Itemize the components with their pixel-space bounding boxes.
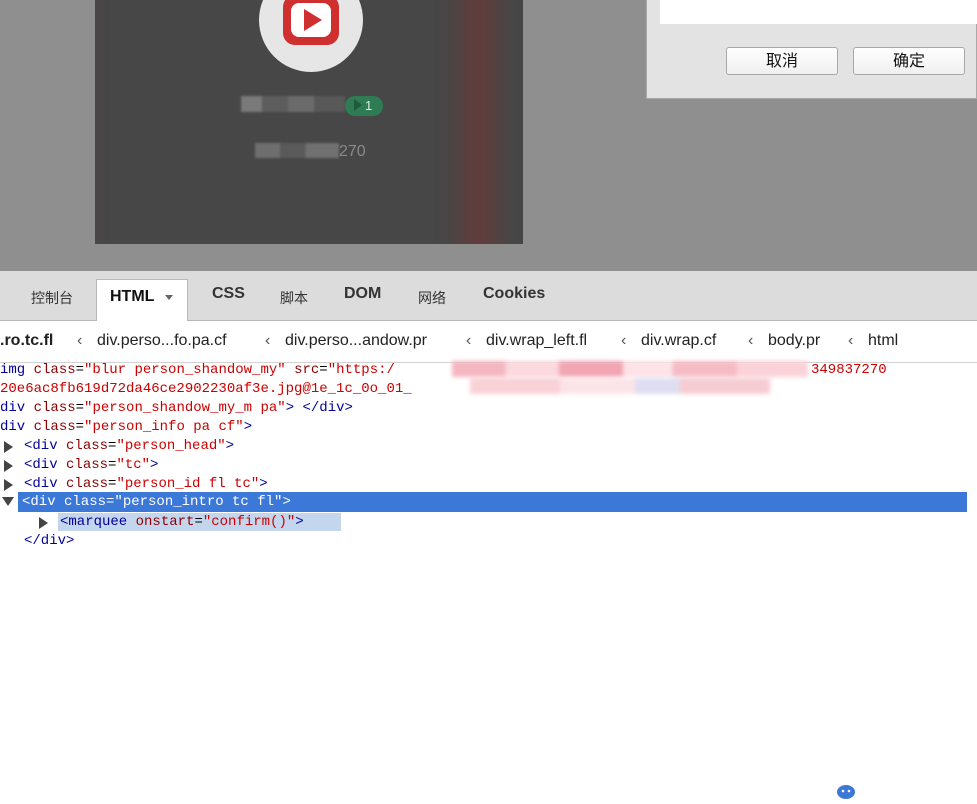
chevron-left-icon: ‹ (621, 332, 627, 349)
tree-node-close: </div> (24, 533, 75, 549)
firebug-panel: 控制台 HTML CSS 脚本 DOM 网络 Cookies .ro.tc.fl… (0, 271, 977, 803)
tree-node-tc[interactable]: <div class="tc"> (24, 456, 158, 475)
tree-node-img-src-tail: 349837270 (811, 362, 887, 378)
level-value: 1 (365, 98, 373, 113)
tab-css[interactable]: CSS (212, 285, 245, 303)
selected-node-text: <div class="person_intro tc fl"> (22, 494, 291, 510)
crumb-item[interactable]: div.wrap_left.fl (486, 332, 587, 350)
crumb-current[interactable]: .ro.tc.fl (0, 332, 53, 350)
chevron-down-icon[interactable] (165, 295, 173, 300)
user-id-suffix: 270 (339, 143, 366, 160)
tab-net[interactable]: 网络 (418, 288, 446, 308)
devtools-tabbar: 控制台 HTML CSS 脚本 DOM 网络 Cookies (0, 271, 977, 322)
crumb-item[interactable]: div.perso...andow.pr (285, 332, 427, 350)
pixelated-username (241, 96, 345, 112)
tab-html[interactable]: HTML (96, 279, 188, 322)
tree-node-img-src: 20e6ac8fb619d72da46ce2902230af3e.jpg@1e_… (0, 381, 412, 397)
expand-arrow-icon[interactable] (4, 441, 13, 453)
chevron-left-icon: ‹ (748, 332, 754, 349)
tree-node-marquee[interactable]: <marquee onstart="confirm()"> (60, 513, 304, 532)
ok-button[interactable]: 确定 (853, 47, 965, 75)
web-page-area: 1 270 取消 确定 (0, 0, 977, 271)
expand-arrow-icon[interactable] (4, 479, 13, 491)
tab-script[interactable]: 脚本 (280, 288, 308, 308)
watermark-text: huasec (865, 774, 955, 803)
tab-html-label: HTML (110, 288, 155, 305)
tree-node-img[interactable]: img class="blur person_shandow_my" src="… (0, 361, 395, 380)
profile-card: 1 270 (95, 0, 523, 244)
crumb-item[interactable]: div.perso...fo.pa.cf (97, 332, 227, 350)
flag-icon (354, 99, 362, 111)
breadcrumb: .ro.tc.fl ‹ div.perso...fo.pa.cf ‹ div.p… (0, 321, 977, 363)
crumb-item[interactable]: html (868, 332, 898, 350)
tree-node-person-head[interactable]: <div class="person_head"> (24, 437, 234, 456)
tab-cookies[interactable]: Cookies (483, 285, 545, 303)
chevron-left-icon: ‹ (265, 332, 271, 349)
chevron-left-icon: ‹ (77, 332, 83, 349)
chevron-left-icon: ‹ (848, 332, 854, 349)
tab-console[interactable]: 控制台 (31, 288, 73, 308)
collapse-arrow-icon[interactable] (2, 497, 14, 506)
tree-node-info[interactable]: div class="person_info pa cf"> (0, 418, 252, 437)
dialog-content (660, 0, 977, 24)
crumb-item[interactable]: body.pr (768, 332, 820, 350)
html-tree: img class="blur person_shandow_my" src="… (0, 361, 977, 555)
redacted-url (470, 378, 770, 394)
pixelated-user-id (255, 143, 339, 158)
tab-dom[interactable]: DOM (344, 285, 381, 303)
play-logo-icon (283, 0, 339, 45)
cancel-button[interactable]: 取消 (726, 47, 838, 75)
chevron-left-icon: ‹ (466, 332, 472, 349)
tree-node-selected[interactable]: <div class="person_intro tc fl"> (18, 492, 967, 512)
expand-arrow-icon[interactable] (4, 460, 13, 472)
wechat-icon (825, 777, 857, 801)
expand-arrow-icon[interactable] (39, 517, 48, 529)
level-badge: 1 (345, 96, 383, 116)
redacted-url (452, 361, 808, 377)
crumb-item[interactable]: div.wrap.cf (641, 332, 716, 350)
tree-node-shadow[interactable]: div class="person_shandow_my_m pa"> </di… (0, 399, 353, 418)
